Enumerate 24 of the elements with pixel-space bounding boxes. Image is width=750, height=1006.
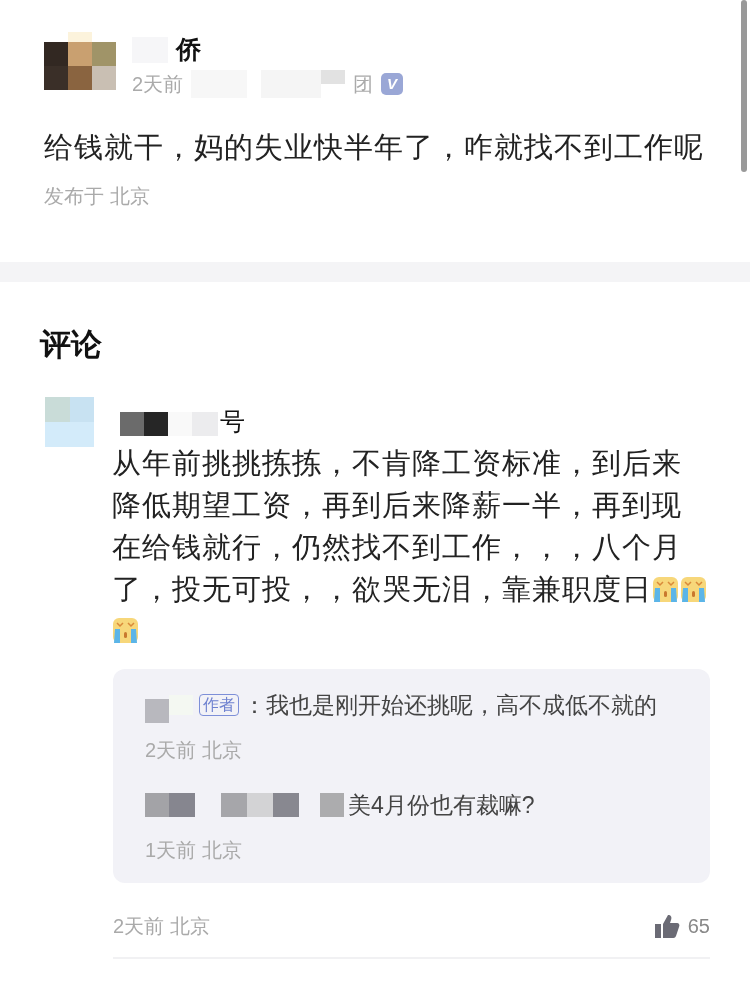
reply-text: ：我也是刚开始还挑呢，高不成低不就的 (243, 690, 657, 720)
comment-text: 降低期望工资，再到后来降薪一半，再到现 (112, 488, 683, 523)
crying-emoji-icon (652, 575, 679, 603)
author-tag: 作者 (199, 694, 239, 716)
crying-emoji-icon (680, 575, 707, 603)
author-name: 侨 (176, 34, 201, 66)
post-text: 给钱就干，妈的失业快半年了，咋就找不到工作呢 (44, 130, 705, 165)
comment-text: 在给钱就行，仍然找不到工作，，，八个月 (112, 530, 683, 565)
verified-badge: V (381, 72, 404, 95)
thumbs-up-icon[interactable] (653, 913, 680, 939)
crying-emoji-icon (112, 617, 139, 644)
comment-text: 从年前挑挑拣拣，不肯降工资标准，到后来 (112, 446, 683, 481)
reply-meta: 1天前 北京 (145, 838, 243, 863)
post-time: 2天前 (132, 71, 184, 97)
comment-meta: 2天前 北京 (113, 914, 210, 939)
comment-text: 了，投无可投，，欲哭无泪，靠兼职度日 (112, 572, 652, 607)
pixelated-avatar (45, 396, 94, 447)
post-location: 发布于 北京 (44, 183, 151, 209)
author-name: 号 (220, 405, 245, 437)
comments-heading: 评论 (40, 326, 103, 364)
author-title: 团 (353, 71, 374, 97)
like-count: 65 (687, 914, 710, 939)
reply-meta: 2天前 北京 (145, 738, 243, 763)
reply-text: 美4月份也有裁嘛? (348, 790, 535, 820)
